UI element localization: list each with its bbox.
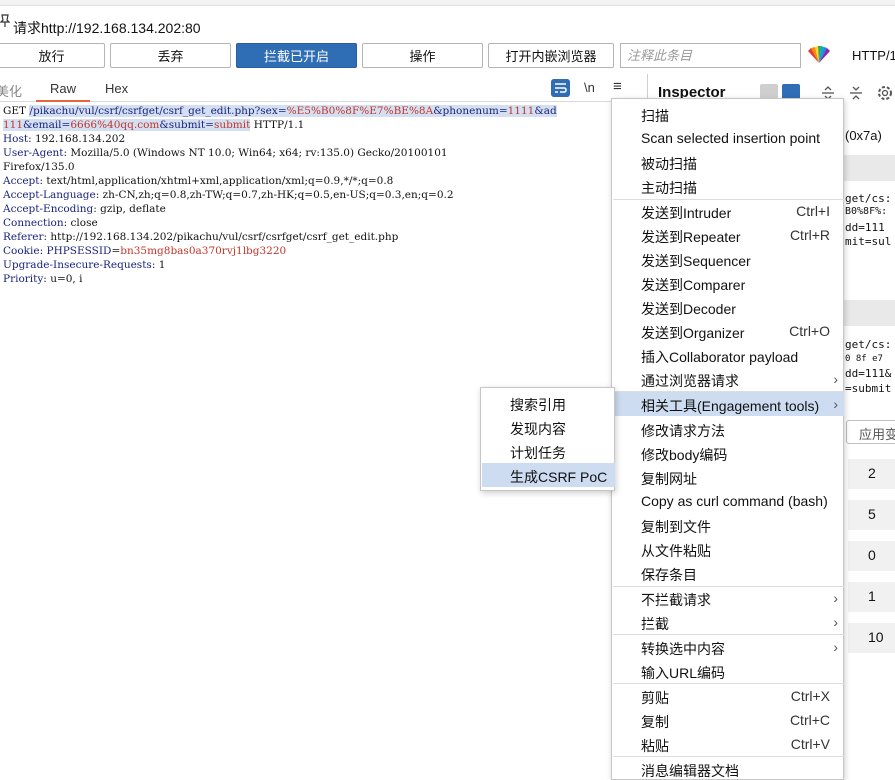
- word-wrap-icon[interactable]: [551, 79, 570, 97]
- editor-menu-icon[interactable]: ≡: [613, 78, 622, 95]
- inspector-fragment: =submit: [845, 382, 892, 395]
- collapse-icon[interactable]: [848, 85, 864, 101]
- menu-item-change-body-encoding[interactable]: 修改body编码: [613, 441, 844, 465]
- menu-item-request-in-browser[interactable]: 通过浏览器请求 ›: [613, 367, 844, 391]
- intercept-toolbar: 放行 丢弃 拦截已开启 操作 打开内嵌浏览器 HTTP/1: [0, 40, 895, 72]
- http-version-label[interactable]: HTTP/1: [852, 48, 895, 63]
- menu-item-cut[interactable]: 剪贴 Ctrl+X: [613, 684, 844, 708]
- menu-item-convert-selection[interactable]: 转换选中内容 ›: [613, 635, 844, 659]
- menu-item-scan[interactable]: 扫描: [613, 102, 844, 126]
- inspector-hex-hint: (0x7a): [845, 128, 882, 143]
- tab-hex[interactable]: Hex: [105, 81, 128, 96]
- open-browser-button[interactable]: 打开内嵌浏览器: [488, 43, 614, 68]
- header-connection: Connection: close: [3, 217, 98, 229]
- menu-item-save-item[interactable]: 保存条目: [613, 561, 844, 585]
- highlight-color-icon[interactable]: [807, 46, 831, 64]
- inspector-fragment: get/cs:: [845, 192, 892, 205]
- chevron-right-icon: ›: [833, 590, 838, 606]
- menu-item-insert-collaborator[interactable]: 插入Collaborator payload: [613, 343, 844, 367]
- header-referer: Referer: http://192.168.134.202/pikachu/…: [3, 231, 399, 243]
- menu-item-send-organizer[interactable]: 发送到Organizer Ctrl+O: [613, 319, 844, 343]
- inspector-fragment: B0%8F%:: [845, 206, 888, 217]
- menu-item-paste-from-file[interactable]: 从文件粘贴: [613, 537, 844, 561]
- menu-item-intercept[interactable]: 拦截 ›: [613, 610, 844, 634]
- menu-item-passive-scan[interactable]: 被动扫描: [613, 150, 844, 174]
- header-accept-language: Accept-Language: zh-CN,zh;q=0.8,zh-TW;q=…: [3, 189, 454, 201]
- menu-item-send-repeater[interactable]: 发送到Repeater Ctrl+R: [613, 223, 844, 247]
- inspector-count[interactable]: 5: [848, 500, 895, 530]
- menu-item-paste[interactable]: 粘贴 Ctrl+V: [613, 732, 844, 756]
- header-accept-encoding: Accept-Encoding: gzip, deflate: [3, 203, 166, 215]
- gear-icon[interactable]: [876, 84, 894, 102]
- menu-item-change-method[interactable]: 修改请求方法: [613, 417, 844, 441]
- header-upgrade-insecure: Upgrade-Insecure-Requests: 1: [3, 259, 166, 271]
- context-menu: 扫描 Scan selected insertion point 被动扫描 主动…: [611, 98, 844, 780]
- header-accept: Accept: text/html,application/xhtml+xml,…: [3, 175, 394, 187]
- request-path: /pikachu/vul/csrf/csrfget/csrf_get_edit.…: [29, 105, 557, 117]
- http-version: HTTP/1.1: [250, 119, 305, 131]
- submenu-item-generate-csrf-poc[interactable]: 生成CSRF PoC: [482, 463, 615, 487]
- comment-input[interactable]: [620, 43, 801, 68]
- chevron-right-icon: ›: [833, 396, 838, 412]
- menu-item-copy-url[interactable]: 复制网址: [613, 465, 844, 489]
- drop-button[interactable]: 丢弃: [110, 43, 231, 68]
- raw-request-editor[interactable]: GET /pikachu/vul/csrf/csrfget/csrf_get_e…: [3, 104, 615, 286]
- menu-item-send-decoder[interactable]: 发送到Decoder: [613, 295, 844, 319]
- menu-item-send-comparer[interactable]: 发送到Comparer: [613, 271, 844, 295]
- tab-raw[interactable]: Raw: [36, 81, 91, 102]
- chevron-right-icon: ›: [833, 371, 838, 387]
- menu-item-send-intruder[interactable]: 发送到Intruder Ctrl+I: [613, 199, 844, 223]
- menu-item-send-sequencer[interactable]: 发送到Sequencer: [613, 247, 844, 271]
- submenu-item-discover-content[interactable]: 发现内容: [482, 415, 615, 439]
- submenu-item-find-references[interactable]: 搜索引用: [482, 391, 615, 415]
- menu-item-copy-to-file[interactable]: 复制到文件: [613, 513, 844, 537]
- request-line-cont: 111&email=6666%40qq.com&submit=submit HT…: [3, 118, 615, 132]
- menu-item-url-encode-as-typed[interactable]: 输入URL编码: [613, 659, 844, 683]
- inspector-count[interactable]: 10: [848, 623, 895, 653]
- menu-item-engagement-tools[interactable]: 相关工具(Engagement tools) ›: [613, 392, 844, 416]
- window-title-bar: 请求http://192.168.134.202:80: [0, 0, 895, 40]
- header-user-agent: User-Agent: Mozilla/5.0 (Windows NT 10.0…: [3, 147, 448, 159]
- tab-pretty[interactable]: 美化: [0, 81, 22, 100]
- menu-item-copy-curl[interactable]: Copy as curl command (bash): [613, 489, 844, 513]
- message-editor-tabs: 美化 Raw Hex \n ≡: [0, 74, 640, 102]
- inspector-fragment: mit=sul: [845, 235, 892, 248]
- top-strip: [0, 0, 895, 6]
- http-method: GET: [3, 105, 27, 117]
- menu-item-scan-insertion-point[interactable]: Scan selected insertion point: [613, 126, 844, 150]
- inspector-fragment: dd=111&: [845, 367, 892, 380]
- inspector-fragment: get/cs:: [845, 338, 892, 351]
- inspector-fragment: dd=111: [845, 221, 885, 234]
- menu-item-dont-intercept[interactable]: 不拦截请求 ›: [613, 586, 844, 610]
- request-title: 请求http://192.168.134.202:80: [13, 20, 201, 36]
- chevron-right-icon: ›: [833, 614, 838, 630]
- menu-item-copy[interactable]: 复制 Ctrl+C: [613, 708, 844, 732]
- menu-item-active-scan[interactable]: 主动扫描: [613, 174, 844, 198]
- inspector-count[interactable]: 2: [848, 459, 895, 489]
- header-user-agent-cont: Firefox/135.0: [3, 161, 75, 173]
- show-newlines-icon[interactable]: \n: [584, 80, 595, 95]
- request-query-cont: 111&email=6666%40qq.com&submit=submit: [3, 119, 251, 131]
- chevron-right-icon: ›: [833, 639, 838, 655]
- menu-item-editor-docs[interactable]: 消息编辑器文档: [613, 757, 844, 780]
- request-line: GET /pikachu/vul/csrf/csrfget/csrf_get_e…: [3, 104, 615, 118]
- action-button[interactable]: 操作: [362, 43, 483, 68]
- submenu-item-schedule-task[interactable]: 计划任务: [482, 439, 615, 463]
- pin-icon: [0, 14, 10, 27]
- header-priority: Priority: u=0, i: [3, 273, 83, 285]
- apply-changes-button[interactable]: 应用变: [846, 420, 895, 444]
- inspector-fragment: 0 8f e7: [845, 354, 883, 364]
- forward-button[interactable]: 放行: [0, 43, 105, 68]
- inspector-count[interactable]: 0: [848, 541, 895, 571]
- intercept-toggle-button[interactable]: 拦截已开启: [236, 43, 357, 68]
- engagement-tools-submenu: 搜索引用 发现内容 计划任务 生成CSRF PoC: [480, 387, 615, 491]
- inspector-count[interactable]: 1: [848, 582, 895, 612]
- header-cookie: Cookie: PHPSESSID=bn35mg8bas0a370rvj1lbg…: [3, 245, 287, 257]
- header-host: Host: 192.168.134.202: [3, 133, 126, 145]
